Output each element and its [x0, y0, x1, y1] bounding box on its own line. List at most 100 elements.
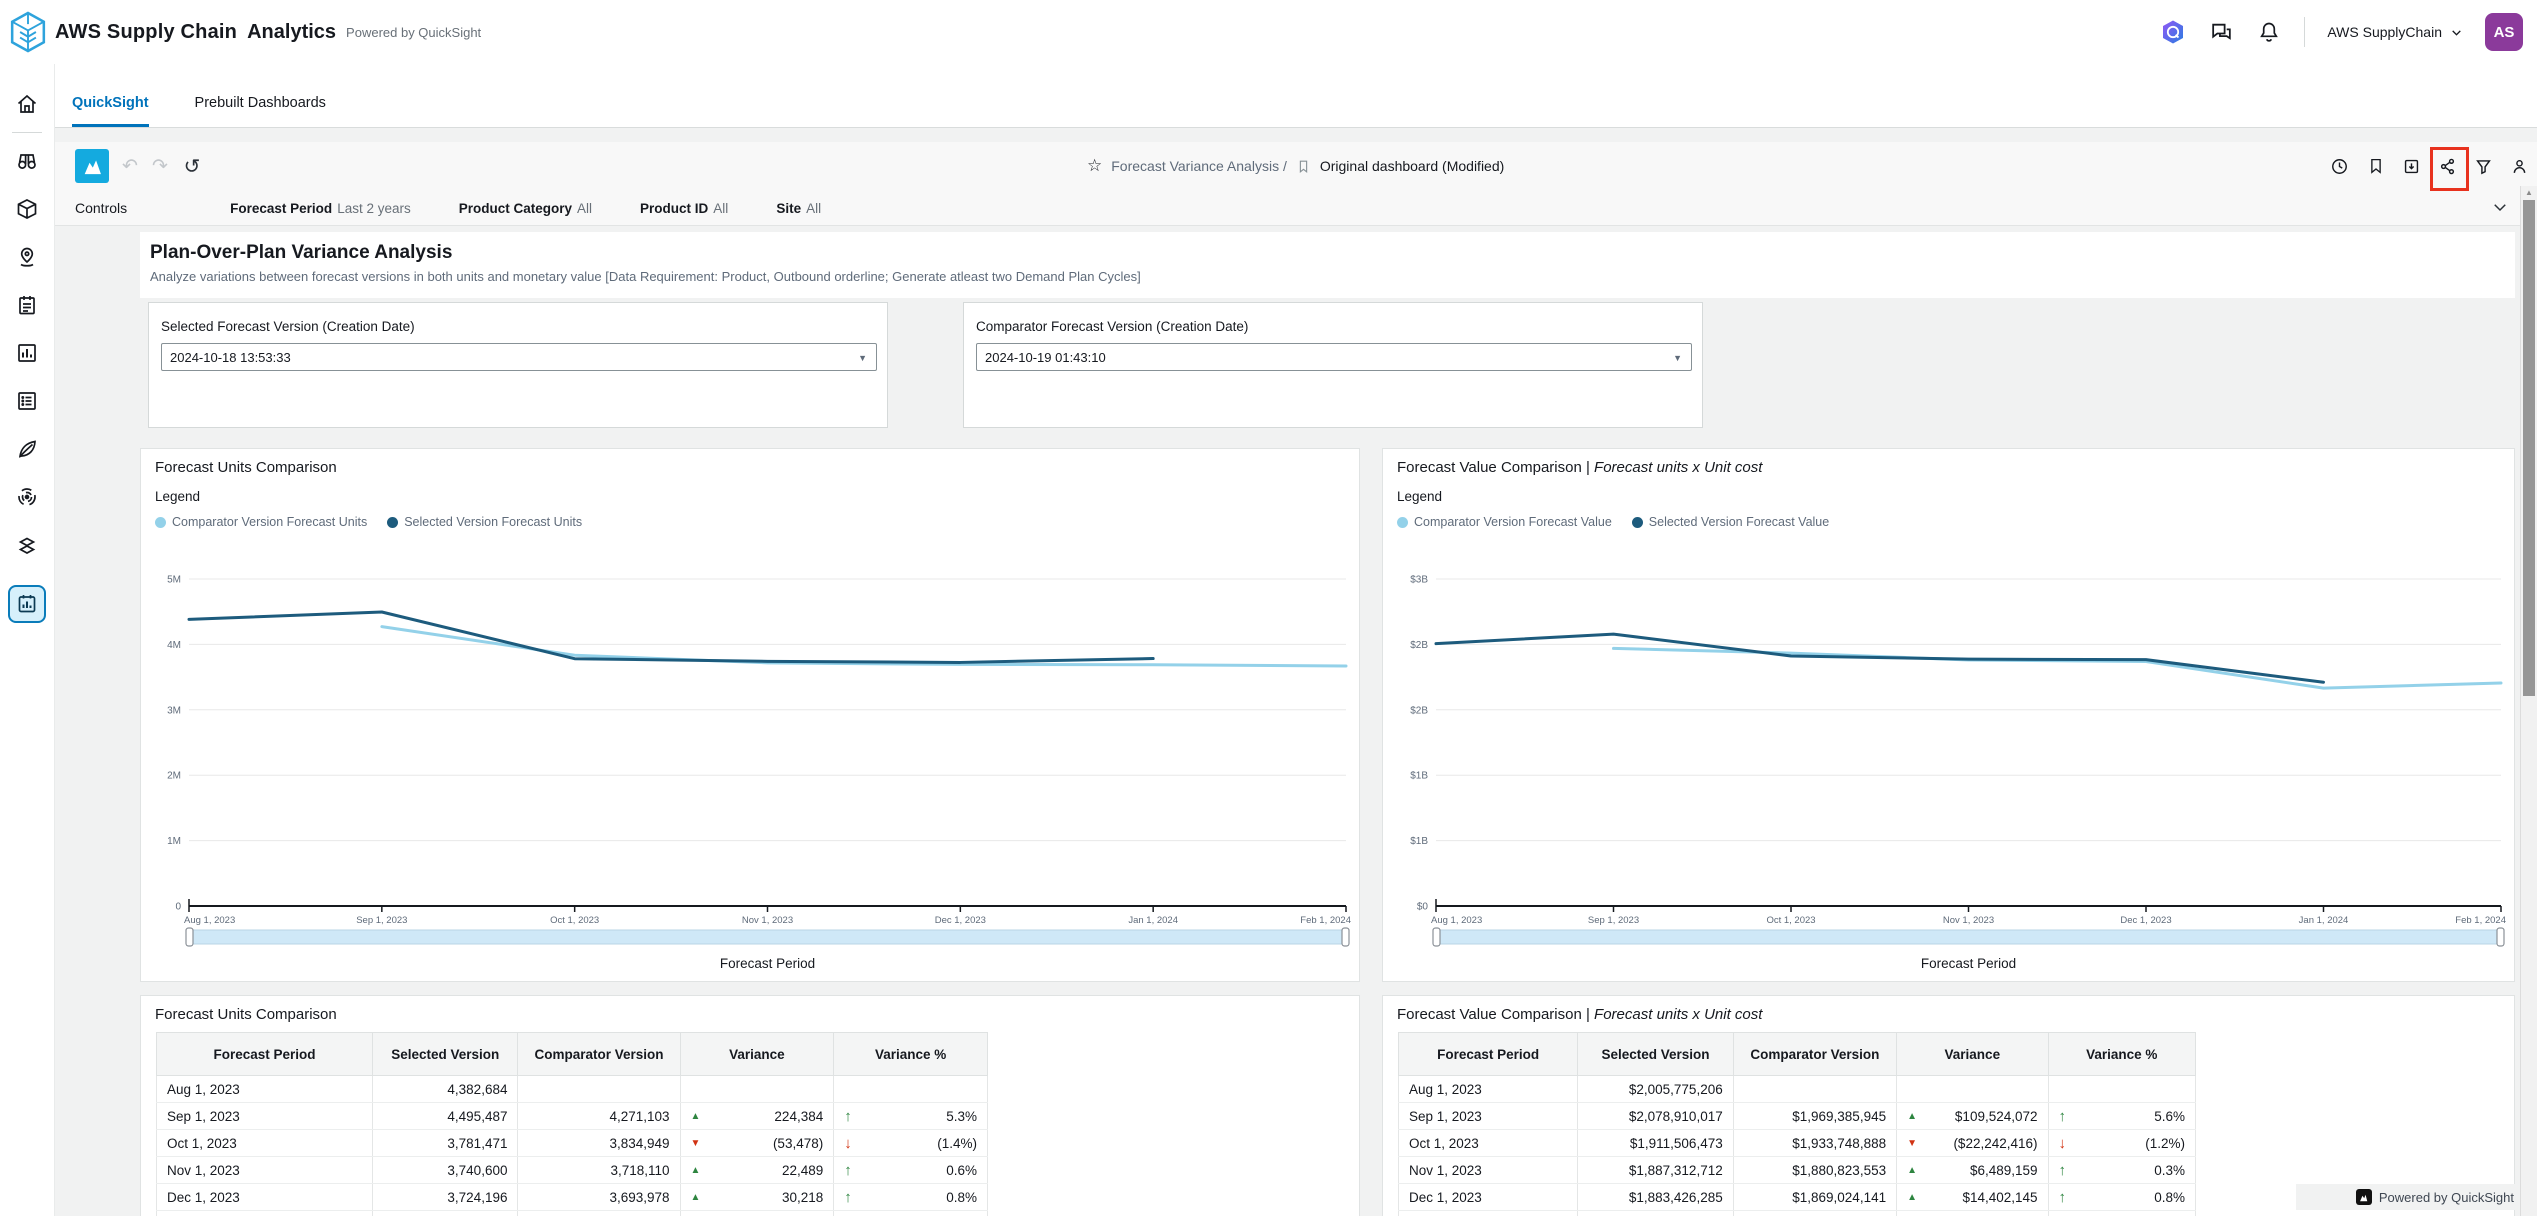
cell-selected-version: $1,911,506,473	[1578, 1130, 1733, 1157]
cell-comparator-version: 3,693,978	[518, 1184, 680, 1211]
cell-comparator-version	[1733, 1076, 1896, 1103]
dropdown-caret-icon: ▼	[1673, 344, 1682, 372]
cell-variance-pct: ↑0.6%	[834, 1157, 988, 1184]
avatar[interactable]: AS	[2485, 13, 2523, 51]
cell-comparator-version: 3,834,949	[518, 1130, 680, 1157]
sidebar-item-dashboards-active[interactable]	[8, 585, 46, 623]
export-download-icon[interactable]	[2398, 149, 2425, 183]
selected-version-select[interactable]: 2024-10-18 13:53:33 ▼	[161, 343, 877, 371]
x-range-slider[interactable]	[189, 930, 1346, 944]
slider-handle-right[interactable]	[1342, 928, 1349, 946]
feedback-chat-icon[interactable]	[2208, 19, 2234, 45]
slider-handle-left[interactable]	[1433, 928, 1440, 946]
sidebar-item-data[interactable]	[15, 389, 39, 413]
svg-text:$0: $0	[1417, 902, 1429, 913]
sidebar-item-demand-planning[interactable]	[15, 485, 39, 509]
dropdown-caret-icon: ▼	[858, 344, 867, 372]
forecast-units-table-card: Forecast Units Comparison Forecast Perio…	[140, 995, 1360, 1216]
svg-text:Oct 1, 2023: Oct 1, 2023	[550, 915, 599, 926]
cell-forecast-period: Jan 1, 2024	[1399, 1211, 1578, 1216]
cell-forecast-period: Jan 1, 2024	[157, 1211, 373, 1216]
scrollbar-thumb[interactable]	[2523, 200, 2535, 696]
filter-site[interactable]: SiteAll	[776, 201, 821, 216]
redo-button[interactable]: ↷	[147, 142, 173, 190]
sidebar-item-home[interactable]	[15, 92, 39, 116]
svg-text:Oct 1, 2023: Oct 1, 2023	[1766, 915, 1815, 926]
svg-text:Sep 1, 2023: Sep 1, 2023	[1588, 915, 1639, 926]
table-header: Variance %	[834, 1033, 988, 1076]
cell-selected-version: $1,710,705,154	[1578, 1211, 1733, 1216]
cell-selected-version: $1,883,426,285	[1578, 1184, 1733, 1211]
sidebar-item-orders[interactable]	[15, 197, 39, 221]
forecast-value-table: Forecast PeriodSelected VersionComparato…	[1398, 1032, 2196, 1216]
sidebar-item-analytics[interactable]	[15, 341, 39, 365]
scrollbar-up-arrow[interactable]: ▲	[2525, 188, 2533, 197]
bookmark-icon	[1296, 158, 1311, 175]
cell-variance: ▼(53,478)	[680, 1130, 834, 1157]
undo-button[interactable]: ↶	[117, 142, 143, 190]
quicksight-footer-badge: Powered by QuickSight	[2296, 1184, 2520, 1210]
page-description: Analyze variations between forecast vers…	[150, 269, 2515, 284]
leaf-icon	[15, 437, 39, 461]
table-row: Jan 1, 20243,783,8803,688,012▲95,868↑2.6…	[157, 1211, 988, 1216]
variance-up-triangle-icon: ▲	[1907, 1165, 1917, 1176]
svg-text:Feb 1, 2024: Feb 1, 2024	[1300, 915, 1351, 926]
tab-quicksight[interactable]: QuickSight	[72, 95, 149, 127]
selected-version-label: Selected Forecast Version (Creation Date…	[161, 319, 877, 334]
svg-text:0: 0	[175, 902, 181, 913]
pct-up-arrow-icon: ↑	[844, 1162, 852, 1179]
filter-product-category[interactable]: Product CategoryAll	[459, 201, 592, 216]
svg-text:Dec 1, 2023: Dec 1, 2023	[935, 915, 986, 926]
sidebar-item-sustainability[interactable]	[15, 437, 39, 461]
breadcrumb-analysis-link[interactable]: Forecast Variance Analysis /	[1111, 158, 1287, 174]
notifications-bell-icon[interactable]	[2256, 19, 2282, 45]
filter-product-id[interactable]: Product IDAll	[640, 201, 728, 216]
filter-forecast-period[interactable]: Forecast PeriodLast 2 years	[230, 201, 411, 216]
pct-up-arrow-icon: ↑	[844, 1189, 852, 1206]
cell-comparator-version	[518, 1076, 680, 1103]
collapse-controls-chevron[interactable]	[2491, 198, 2509, 219]
svg-text:Aug 1, 2023: Aug 1, 2023	[184, 915, 235, 926]
package-icon	[15, 197, 39, 221]
table-row: Dec 1, 20233,724,1963,693,978▲30,218↑0.8…	[157, 1184, 988, 1211]
slider-handle-left[interactable]	[186, 928, 193, 946]
share-icon[interactable]	[2434, 149, 2461, 183]
layers-icon	[15, 533, 39, 557]
tab-prebuilt-dashboards[interactable]: Prebuilt Dashboards	[195, 95, 326, 127]
forecast-value-chart-card: Forecast Value Comparison | Forecast uni…	[1382, 448, 2515, 982]
vertical-scrollbar[interactable]: ▲	[2520, 186, 2537, 1216]
user-person-icon[interactable]	[2506, 149, 2533, 183]
cell-variance-pct: ↑2.7%	[2048, 1211, 2195, 1216]
x-range-slider[interactable]	[1436, 930, 2501, 944]
schedules-clock-icon[interactable]	[2326, 149, 2353, 183]
forecast-units-chart-card: Forecast Units Comparison Legend Compara…	[140, 448, 1360, 982]
cell-variance: ▲224,384	[680, 1103, 834, 1130]
cell-comparator-version: 3,688,012	[518, 1211, 680, 1216]
supply-chain-cube-icon	[9, 11, 47, 53]
table-row: Sep 1, 2023$2,078,910,017$1,969,385,945▲…	[1399, 1103, 2196, 1130]
breadcrumb-dashboard-label: Original dashboard (Modified)	[1320, 158, 1504, 174]
table-header: Forecast Period	[157, 1033, 373, 1076]
sidebar-item-integrations[interactable]	[15, 533, 39, 557]
sidebar-item-planning[interactable]	[15, 293, 39, 317]
slider-handle-right[interactable]	[2497, 928, 2504, 946]
svg-text:1M: 1M	[167, 836, 181, 847]
sidebar-item-network[interactable]	[15, 245, 39, 269]
comparator-version-value: 2024-10-19 01:43:10	[985, 350, 1106, 365]
cell-comparator-version: $1,969,385,945	[1733, 1103, 1896, 1130]
cell-forecast-period: Sep 1, 2023	[157, 1103, 373, 1130]
rail-divider	[12, 132, 42, 133]
favorite-star-icon[interactable]: ☆	[1087, 156, 1102, 176]
amazon-q-icon[interactable]	[2160, 19, 2186, 45]
cell-variance: ▲22,489	[680, 1157, 834, 1184]
cell-variance-pct	[834, 1076, 988, 1103]
account-menu[interactable]: AWS SupplyChain	[2327, 24, 2463, 40]
sidebar-item-insights[interactable]	[15, 149, 39, 173]
bookmarks-icon[interactable]	[2362, 149, 2389, 183]
reset-button[interactable]: ↺	[179, 142, 205, 190]
selected-version-card: Selected Forecast Version (Creation Date…	[148, 302, 888, 428]
pct-down-arrow-icon: ↓	[844, 1135, 852, 1152]
filter-funnel-icon[interactable]	[2470, 149, 2497, 183]
comparator-version-select[interactable]: 2024-10-19 01:43:10 ▼	[976, 343, 1692, 371]
cell-forecast-period: Nov 1, 2023	[157, 1157, 373, 1184]
